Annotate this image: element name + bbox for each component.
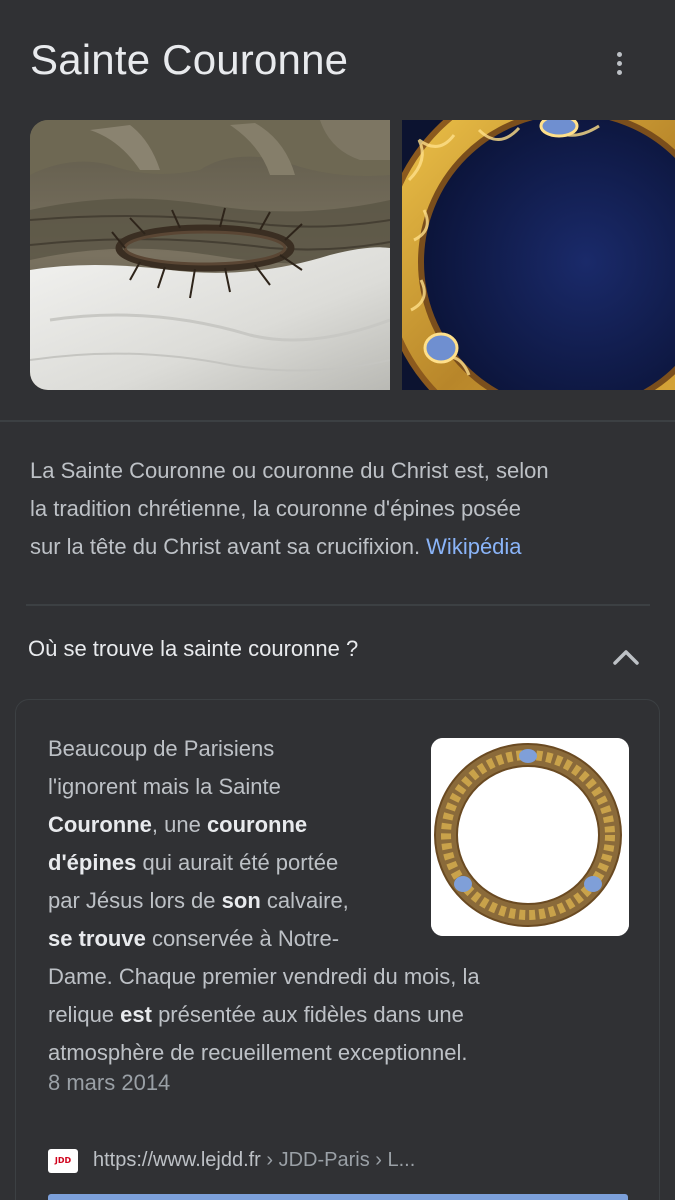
snippet-line: Couronne, une couronne [48, 806, 608, 844]
result-title-link[interactable] [48, 1188, 628, 1200]
knowledge-panel: Sainte Couronne La Sainte Couronne ou co… [0, 0, 675, 1200]
snippet-highlight: se trouve [48, 926, 146, 951]
snippet-text: conservée à Notre- [145, 926, 340, 951]
snippet-text: Dame. Chaque premier vendredi du mois, l… [48, 964, 480, 989]
snippet-highlight: d'épines [48, 850, 137, 875]
snippet-text: présentée aux fidèles dans une [151, 1002, 464, 1027]
snippet-line: par Jésus lors de son calvaire, [48, 882, 608, 920]
snippet-line: Dame. Chaque premier vendredi du mois, l… [48, 958, 608, 996]
answer-source[interactable]: JDD https://www.lejdd.fr › JDD-Paris › L… [48, 1146, 638, 1176]
snippet-text: par Jésus lors de [48, 888, 222, 913]
answer-date: 8 mars 2014 [48, 1070, 171, 1095]
source-breadcrumb: › JDD-Paris › L... [260, 1149, 416, 1171]
source-domain: https://www.lejdd.fr [93, 1149, 261, 1171]
crown-of-thorns-image[interactable] [30, 120, 390, 390]
description-line: sur la tête du Christ avant sa crucifixi… [30, 534, 427, 559]
snippet-text: atmosphère de recueillement exceptionnel… [48, 1040, 468, 1065]
faq-answer-card: Beaucoup de Parisiens l'ignorent mais la … [15, 699, 660, 1200]
more-options-icon[interactable] [600, 44, 638, 82]
source-url[interactable]: https://www.lejdd.fr › JDD-Paris › L... [93, 1149, 415, 1172]
snippet-line: Beaucoup de Parisiens [48, 730, 608, 768]
snippet-text: relique [48, 1002, 121, 1027]
snippet-highlight: couronne [206, 812, 308, 837]
snippet-highlight: son [221, 888, 261, 913]
answer-snippet: Beaucoup de Parisiens l'ignorent mais la … [48, 730, 608, 1072]
snippet-text: calvaire, [260, 888, 349, 913]
snippet-text: qui aurait été portée [136, 850, 339, 875]
snippet-highlight: Couronne [48, 812, 152, 837]
snippet-text: l'ignorent mais la Sainte [48, 774, 281, 799]
chevron-up-icon[interactable] [608, 644, 644, 670]
snippet-text: Beaucoup de Parisiens [48, 736, 275, 761]
snippet-highlight: est [120, 1002, 152, 1027]
snippet-line: l'ignorent mais la Sainte [48, 768, 608, 806]
wikipedia-link[interactable]: Wikipédia [426, 534, 521, 559]
site-favicon-icon: JDD [48, 1149, 78, 1173]
snippet-line: atmosphère de recueillement exceptionnel… [48, 1034, 608, 1072]
golden-reliquary-image[interactable] [399, 120, 675, 390]
snippet-line: se trouve conservée à Notre- [48, 920, 608, 958]
description-line: la tradition chrétienne, la couronne d'é… [30, 496, 521, 521]
entity-description: La Sainte Couronne ou couronne du Christ… [30, 452, 650, 566]
panel-header: Sainte Couronne [0, 0, 675, 110]
snippet-line: d'épines qui aurait été portée [48, 844, 608, 882]
faq-question-row[interactable]: Où se trouve la sainte couronne ? [0, 606, 675, 698]
description-line: La Sainte Couronne ou couronne du Christ… [30, 458, 549, 483]
image-carousel[interactable] [30, 120, 675, 390]
snippet-text: , une [151, 812, 207, 837]
section-divider [0, 420, 675, 422]
faq-question-text: Où se trouve la sainte couronne ? [28, 636, 359, 661]
page-title: Sainte Couronne [30, 36, 349, 83]
snippet-line: relique est présentée aux fidèles dans u… [48, 996, 608, 1034]
